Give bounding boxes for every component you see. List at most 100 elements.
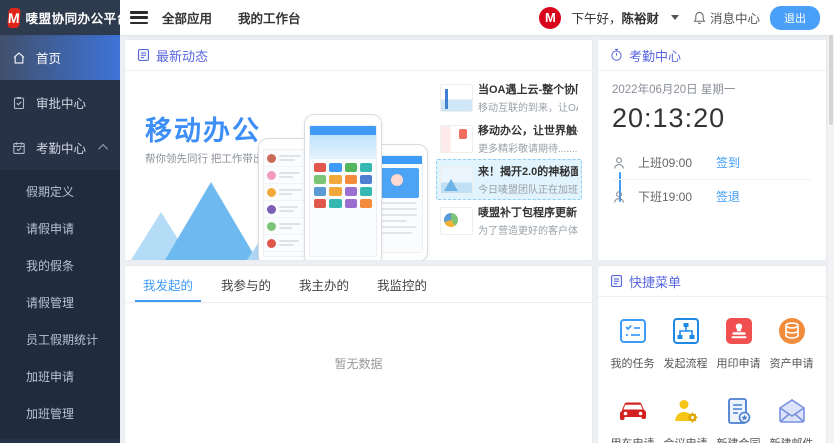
banner-headline: 移动办公 xyxy=(145,109,261,148)
quick-menu-grid: 我的任务 发起流程 用印申请 资产申请 xyxy=(598,297,826,443)
chevron-up-icon xyxy=(98,144,108,154)
quick-menu-panel: 快捷菜单 我的任务 发起流程 用印申请 xyxy=(598,266,826,443)
person-icon xyxy=(612,156,626,170)
mountain-shape xyxy=(165,182,257,260)
sidebar-subitem-employee-holiday-stats[interactable]: 员工假期统计 xyxy=(0,322,120,359)
sidebar-subitem-leave-management[interactable]: 请假管理 xyxy=(0,285,120,322)
nav-my-workspace[interactable]: 我的工作台 xyxy=(238,8,301,27)
message-center-button[interactable]: 消息中心 xyxy=(693,8,760,27)
news-title: 当OA遇上云-整个协同OA xyxy=(478,81,578,97)
attendance-date: 2022年06月20日 星期一 xyxy=(612,81,812,97)
top-nav: 全部应用 我的工作台 xyxy=(162,8,301,27)
quick-item-new-mail[interactable]: 新建邮件 xyxy=(765,395,818,443)
news-thumbnail xyxy=(440,166,473,194)
quick-item-vehicle-request[interactable]: 用车申请 xyxy=(606,395,659,443)
contract-icon xyxy=(724,396,754,426)
news-desc: 更多精彩敬请期待....... xyxy=(478,140,578,155)
quick-item-new-contract[interactable]: 新建合同 xyxy=(712,395,765,443)
attendance-timeline: 上班09:00 签到 下班19:00 签退 xyxy=(612,146,812,213)
sidebar-item-approval-center[interactable]: 审批中心 xyxy=(0,80,120,125)
news-item-highlighted[interactable]: 来！揭开2.0的神秘面纱- 今日唛盟团队正在加班加点， xyxy=(436,159,582,200)
home-icon xyxy=(12,51,26,65)
user-name: 陈裕财 xyxy=(621,12,659,26)
bell-icon xyxy=(693,11,706,25)
left-column: 最新动态 移动办公 帮你领先同行 把工作带出办公室 xyxy=(125,40,592,443)
asset-icon xyxy=(777,316,807,346)
user-avatar[interactable]: M xyxy=(539,7,561,29)
clipboard-icon xyxy=(12,96,26,110)
logo-block: M 唛盟协同办公平台 xyxy=(0,0,120,35)
sidebar-subitem-overtime-management[interactable]: 加班管理 xyxy=(0,396,120,433)
attendance-panel: 考勤中心 2022年06月20日 星期一 20:13:20 上班09:00 签到 xyxy=(598,40,826,260)
person-icon xyxy=(612,190,626,204)
tasks-panel: 我发起的 我参与的 我主办的 我监控的 暂无数据 xyxy=(125,266,592,443)
sidebar-item-attendance-center[interactable]: 考勤中心 xyxy=(0,125,120,170)
news-item[interactable]: 唛盟补丁包程序更新 为了营造更好的客户体验，唛 xyxy=(436,200,582,241)
user-greeting[interactable]: 下午好，陈裕财 xyxy=(571,8,659,27)
quick-item-label: 我的任务 xyxy=(606,355,659,371)
sidebar-subitem-leave-request[interactable]: 请假申请 xyxy=(0,211,120,248)
stamp-icon xyxy=(724,316,754,346)
tasks-tabs: 我发起的 我参与的 我主办的 我监控的 xyxy=(125,266,592,303)
sidebar-subitem-overtime-request[interactable]: 加班申请 xyxy=(0,359,120,396)
quick-item-seal-request[interactable]: 用印申请 xyxy=(712,315,765,371)
attendance-clock: 20:13:20 xyxy=(612,103,812,134)
phone-mockup-apps xyxy=(304,114,382,260)
meeting-icon xyxy=(671,396,701,426)
nav-all-apps[interactable]: 全部应用 xyxy=(162,8,212,27)
scrollbar-thumb[interactable] xyxy=(829,35,833,125)
news-panel-title: 最新动态 xyxy=(156,46,208,65)
sidebar-subitem-holiday-definition[interactable]: 假期定义 xyxy=(0,174,120,211)
news-thumbnail xyxy=(440,125,473,153)
hamburger-menu-icon[interactable] xyxy=(130,11,148,24)
attendance-panel-header: 考勤中心 xyxy=(598,40,826,71)
task-list-icon xyxy=(618,316,648,346)
tab-initiated-by-me[interactable]: 我发起的 xyxy=(129,266,207,302)
tab-participated-by-me[interactable]: 我参与的 xyxy=(207,266,285,302)
tab-monitored-by-me[interactable]: 我监控的 xyxy=(363,266,441,302)
quick-item-my-tasks[interactable]: 我的任务 xyxy=(606,315,659,371)
clock-in-label: 上班09:00 xyxy=(638,154,716,171)
sidebar-item-label: 审批中心 xyxy=(36,93,86,112)
calendar-icon xyxy=(12,141,26,155)
news-body: 移动办公 帮你领先同行 把工作带出办公室 xyxy=(125,71,592,260)
attendance-row-clock-out: 下班19:00 签退 xyxy=(612,179,812,213)
logout-button[interactable]: 退出 xyxy=(770,6,820,30)
sidebar-item-label: 首页 xyxy=(36,48,61,67)
news-item[interactable]: 移动办公，让世界触手可 更多精彩敬请期待....... xyxy=(436,118,582,159)
quick-item-asset-request[interactable]: 资产申请 xyxy=(765,315,818,371)
latest-news-panel: 最新动态 移动办公 帮你领先同行 把工作带出办公室 xyxy=(125,40,592,260)
sidebar-item-home[interactable]: 首页 xyxy=(0,35,120,80)
news-desc: 移动互联的到来，让OA与云 xyxy=(478,99,578,114)
right-column: 考勤中心 2022年06月20日 星期一 20:13:20 上班09:00 签到 xyxy=(598,40,826,443)
news-list: 当OA遇上云-整个协同OA 移动互联的到来，让OA与云 移动办公，让世界触手可 … xyxy=(432,77,584,260)
news-item[interactable]: 当OA遇上云-整个协同OA 移动互联的到来，让OA与云 xyxy=(436,77,582,118)
quick-item-meeting-request[interactable]: 会议申请 xyxy=(659,395,712,443)
clock-out-link[interactable]: 签退 xyxy=(716,188,740,205)
document-icon xyxy=(610,274,623,288)
quick-item-label: 资产申请 xyxy=(765,355,818,371)
news-panel-header: 最新动态 xyxy=(125,40,592,71)
tab-hosted-by-me[interactable]: 我主办的 xyxy=(285,266,363,302)
quick-menu-title: 快捷菜单 xyxy=(629,272,681,291)
stopwatch-icon xyxy=(610,48,623,62)
message-center-label: 消息中心 xyxy=(710,8,760,27)
clock-in-link[interactable]: 签到 xyxy=(716,154,740,171)
chevron-down-icon[interactable] xyxy=(671,15,679,20)
page-scrollbar[interactable] xyxy=(828,35,834,443)
attendance-body: 2022年06月20日 星期一 20:13:20 上班09:00 签到 下班19… xyxy=(598,71,826,213)
mail-icon xyxy=(776,396,808,426)
quick-item-label: 新建邮件 xyxy=(765,435,818,443)
news-thumbnail xyxy=(440,207,473,235)
empty-state-text: 暂无数据 xyxy=(125,303,592,443)
news-title: 唛盟补丁包程序更新 xyxy=(478,204,578,220)
quick-item-start-flow[interactable]: 发起流程 xyxy=(659,315,712,371)
greeting-prefix: 下午好， xyxy=(571,12,621,26)
logo-icon: M xyxy=(7,8,20,28)
sidebar-item-label: 考勤中心 xyxy=(36,138,86,157)
news-banner[interactable]: 移动办公 帮你领先同行 把工作带出办公室 xyxy=(129,77,432,260)
news-desc: 为了营造更好的客户体验，唛 xyxy=(478,222,578,237)
app-root: M 唛盟协同办公平台 全部应用 我的工作台 M 下午好，陈裕财 消息中心 退出 … xyxy=(0,0,834,443)
sidebar-subitem-my-leave-slips[interactable]: 我的假条 xyxy=(0,248,120,285)
quick-menu-header: 快捷菜单 xyxy=(598,266,826,297)
